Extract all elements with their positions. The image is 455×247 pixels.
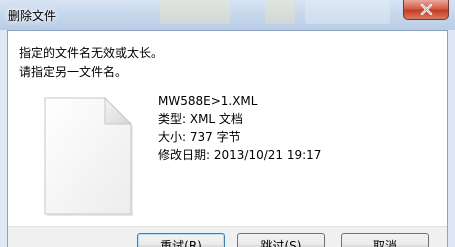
dialog-body: 指定的文件名无效或太长。 请指定另一文件名。 MW588E>1.XML 类型: … [7,30,448,247]
cancel-button[interactable]: 取消 [341,233,429,247]
background-blur [265,0,295,24]
background-blur [160,0,230,24]
window-title: 删除文件 [8,9,57,23]
error-message: 指定的文件名无效或太长。 [19,46,164,60]
error-hint: 请指定另一文件名。 [19,65,128,79]
file-type: 类型: XML 文档 [158,112,243,126]
close-icon [420,4,433,15]
file-name: MW588E>1.XML [158,94,258,108]
retry-button[interactable]: 重试(R) [137,233,225,247]
title-bar: 删除文件 [0,0,455,30]
background-blur [305,0,390,24]
button-bar: 重试(R) 跳过(S) 取消 [8,226,447,247]
skip-button[interactable]: 跳过(S) [237,233,325,247]
file-size: 大小: 737 字节 [158,130,241,144]
file-details: MW588E>1.XML 类型: XML 文档 大小: 737 字节 修改日期:… [158,92,321,164]
document-icon [42,96,134,217]
file-modified-date: 修改日期: 2013/10/21 19:17 [158,148,322,162]
close-button[interactable] [403,0,449,20]
